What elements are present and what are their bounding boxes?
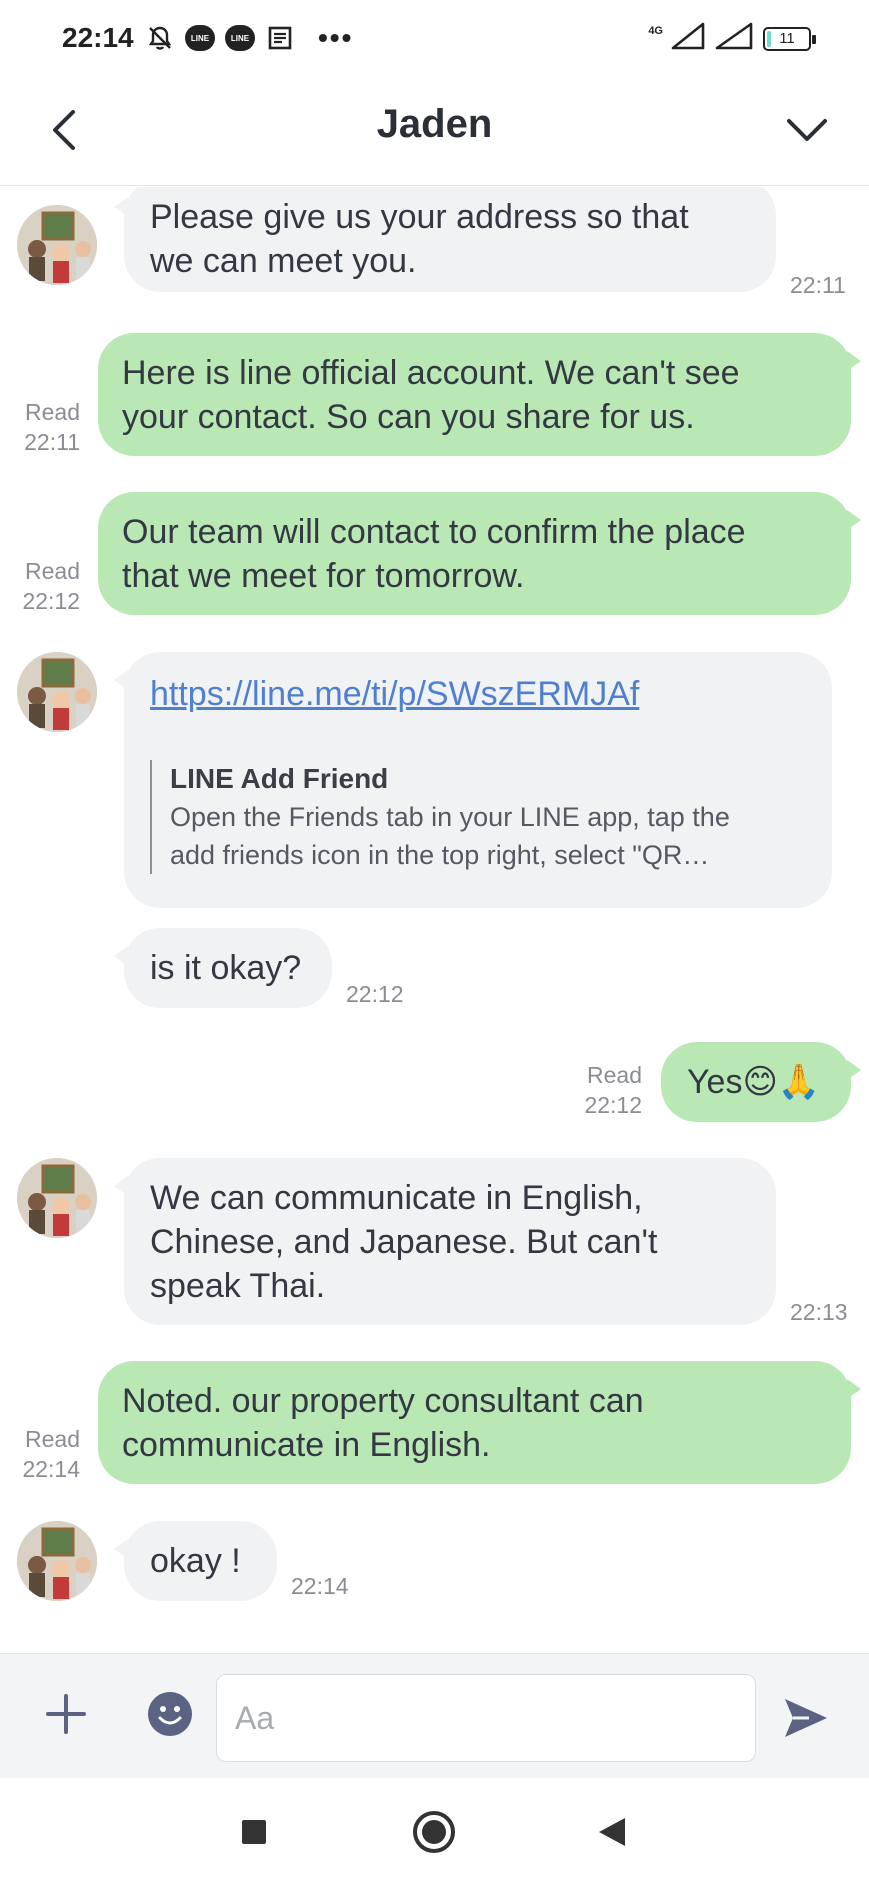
link-preview-description: Open the Friends tab in your LINE app, t… [170, 802, 730, 870]
home-icon [413, 1811, 455, 1853]
message-text: Our team will contact to confirm the pla… [122, 513, 746, 595]
message-time: 22:11 [790, 272, 846, 298]
message-read-status: Read 22:12 [570, 1060, 642, 1120]
signal-icon [671, 22, 707, 55]
status-bar: 22:14 LINE LINE ••• 4G 11 [0, 0, 869, 78]
emoji-icon [148, 1692, 192, 1736]
read-label: Read [587, 1062, 642, 1088]
message-text: Please give us your address so that we c… [150, 198, 689, 280]
message-bubble-outgoing[interactable]: Yes😊🙏 [661, 1042, 861, 1122]
back-icon [599, 1818, 625, 1846]
message-time: 22:11 [24, 429, 80, 455]
avatar[interactable] [17, 205, 97, 285]
signal-icon [715, 22, 755, 55]
avatar[interactable] [17, 1158, 97, 1238]
message-time: 22:12 [346, 981, 404, 1007]
send-button[interactable] [776, 1688, 836, 1748]
battery-level: 11 [779, 30, 795, 47]
read-label: Read [25, 558, 80, 584]
message-bubble-incoming[interactable]: Please give us your address so that we c… [114, 187, 776, 292]
read-label: Read [25, 399, 80, 425]
message-input[interactable] [216, 1674, 756, 1762]
battery-icon: 11 [763, 26, 816, 51]
plus-icon [46, 1694, 86, 1734]
message-time: 22:13 [790, 1299, 848, 1325]
message-text: is it okay? [150, 949, 302, 987]
emoji-button[interactable] [142, 1686, 198, 1742]
send-icon [785, 1699, 827, 1737]
message-read-status: Read 22:11 [14, 397, 80, 457]
message-input-bar [0, 1653, 869, 1778]
read-label: Read [25, 1426, 80, 1452]
message-read-status: Read 22:14 [14, 1424, 80, 1484]
message-time: 22:14 [291, 1573, 349, 1599]
message-text: We can communicate in English, Chinese, … [150, 1179, 658, 1305]
message-link[interactable]: https://line.me/ti/p/SWszERMJAf [150, 672, 639, 716]
line-notification-icon: LINE [184, 22, 216, 54]
more-dots-icon: ••• [318, 22, 354, 53]
link-preview-bubble[interactable]: https://line.me/ti/p/SWszERMJAf LINE Add… [114, 652, 832, 908]
status-time: 22:14 [62, 22, 134, 53]
message-time: 22:14 [22, 1456, 80, 1482]
message-bubble-incoming[interactable]: is it okay? [114, 928, 332, 1008]
news-icon [264, 22, 296, 54]
attach-button[interactable] [36, 1684, 96, 1744]
recent-apps-icon [242, 1820, 266, 1844]
recent-apps-button[interactable] [226, 1804, 282, 1860]
message-bubble-incoming[interactable]: okay ! [114, 1521, 277, 1601]
chat-messages[interactable]: Please give us your address so that we c… [0, 187, 869, 1653]
message-bubble-incoming[interactable]: We can communicate in English, Chinese, … [114, 1158, 776, 1325]
message-text: Noted. our property consultant can commu… [122, 1382, 644, 1464]
chat-header: Jaden [0, 78, 869, 186]
message-time: 22:12 [584, 1092, 642, 1118]
message-text: Here is line official account. We can't … [122, 354, 740, 436]
status-system-icons: 4G 11 [648, 22, 816, 55]
message-text: Yes😊🙏 [687, 1063, 821, 1101]
link-preview-card[interactable]: LINE Add Friend Open the Friends tab in … [150, 760, 810, 874]
chat-title: Jaden [376, 102, 493, 146]
back-nav-button[interactable] [584, 1804, 640, 1860]
avatar[interactable] [17, 652, 97, 732]
link-preview-title: LINE Add Friend [170, 763, 389, 794]
message-read-status: Read 22:12 [14, 556, 80, 616]
message-text: okay ! [150, 1542, 241, 1580]
chat-menu-button[interactable] [775, 98, 839, 162]
line-notification-icon: LINE [224, 22, 256, 54]
system-nav-bar [0, 1778, 869, 1883]
mute-alarm-icon [144, 22, 176, 54]
status-notification-icons: LINE LINE ••• [144, 22, 353, 54]
message-bubble-outgoing[interactable]: Noted. our property consultant can commu… [98, 1361, 861, 1484]
chevron-down-icon [787, 119, 827, 141]
message-bubble-outgoing[interactable]: Our team will contact to confirm the pla… [98, 492, 861, 615]
message-time: 22:12 [22, 588, 80, 614]
message-bubble-outgoing[interactable]: Here is line official account. We can't … [98, 333, 861, 456]
avatar[interactable] [17, 1521, 97, 1601]
network-type: 4G [648, 24, 663, 37]
home-button[interactable] [406, 1804, 462, 1860]
